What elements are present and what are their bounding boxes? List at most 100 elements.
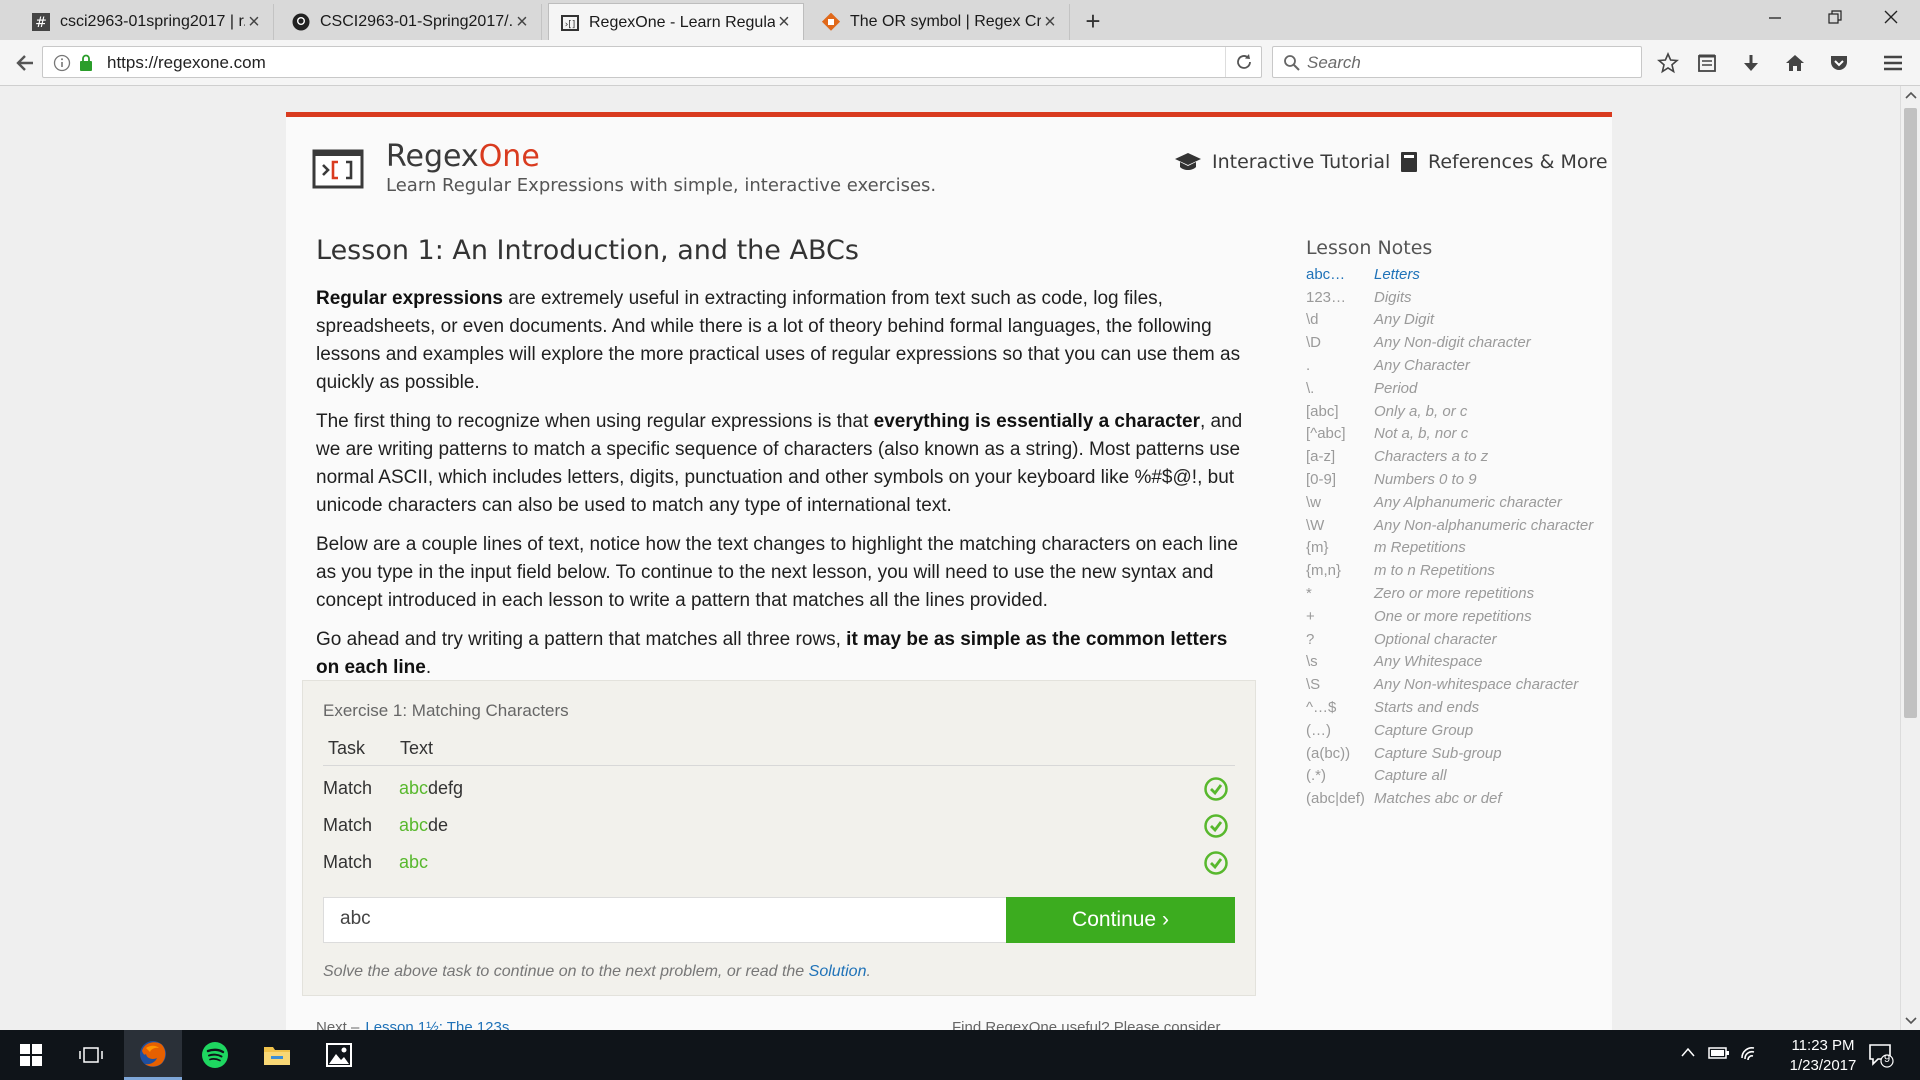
lesson-note-item[interactable]: {m} m Repetitions xyxy=(1306,537,1616,560)
scroll-down-icon[interactable] xyxy=(1905,1016,1917,1026)
close-tab-icon[interactable]: × xyxy=(513,11,531,33)
lesson-note-item[interactable]: [a-z] Characters a to z xyxy=(1306,445,1616,468)
lesson-note-item[interactable]: \D Any Non-digit character xyxy=(1306,331,1616,354)
lesson-note-item[interactable]: \W Any Non-alphanumeric character xyxy=(1306,514,1616,537)
reading-list-icon[interactable] xyxy=(1690,46,1724,80)
back-arrow-icon[interactable] xyxy=(8,46,42,80)
brand-name[interactable]: RegexOne xyxy=(386,139,540,174)
note-pattern: \. xyxy=(1306,379,1315,397)
close-tab-icon[interactable]: × xyxy=(245,11,263,33)
lesson-note-item[interactable]: (abc|def) Matches abc or def xyxy=(1306,787,1616,810)
lesson-note-item[interactable]: \s Any Whitespace xyxy=(1306,651,1616,674)
lesson-note-item[interactable]: {m,n} m to n Repetitions xyxy=(1306,559,1616,582)
lesson-note-item[interactable]: ? Optional character xyxy=(1306,628,1616,651)
close-tab-icon[interactable]: × xyxy=(775,11,793,33)
action-center-icon[interactable]: 9 xyxy=(1868,1042,1894,1068)
note-pattern: ? xyxy=(1306,630,1315,648)
note-description: Any Digit xyxy=(1374,311,1435,329)
new-tab-button[interactable]: + xyxy=(1076,4,1110,38)
lesson-note-item[interactable]: . Any Character xyxy=(1306,354,1616,377)
note-pattern: {m} xyxy=(1306,539,1329,557)
lesson-note-item[interactable]: \d Any Digit xyxy=(1306,309,1616,332)
note-description: m to n Repetitions xyxy=(1374,562,1495,580)
lesson-note-item[interactable]: * Zero or more repetitions xyxy=(1306,582,1616,605)
chevron-up-icon[interactable] xyxy=(1680,1046,1696,1058)
regexone-logo[interactable] xyxy=(312,149,364,189)
bold-text: everything is essentially a character xyxy=(873,411,1200,432)
nav-interactive-tutorial[interactable]: Interactive Tutorial xyxy=(1174,151,1390,173)
reload-icon[interactable] xyxy=(1235,53,1253,71)
row-text: abcdefg xyxy=(399,778,1203,799)
tab-regexcrossword[interactable]: The OR symbol | Regex Cr... × xyxy=(810,4,1070,40)
lesson-note-item[interactable]: ^…$ Starts and ends xyxy=(1306,696,1616,719)
note-description: Any Non-whitespace character xyxy=(1374,676,1579,694)
task-label: Match xyxy=(323,778,373,798)
spotify-icon[interactable] xyxy=(186,1030,244,1080)
note-description: Any Whitespace xyxy=(1374,653,1483,671)
note-pattern: \D xyxy=(1306,334,1321,352)
brand-one: One xyxy=(478,139,540,174)
nav-tutorial-label: Interactive Tutorial xyxy=(1212,151,1391,173)
scroll-thumb[interactable] xyxy=(1904,108,1917,718)
note-description: Characters a to z xyxy=(1374,448,1489,466)
next-lesson-link[interactable]: Lesson 1½: The 123s xyxy=(365,1019,509,1030)
note-description: Any Character xyxy=(1374,357,1470,375)
photos-icon[interactable] xyxy=(310,1030,368,1080)
lesson-note-item[interactable]: (…) Capture Group xyxy=(1306,719,1616,742)
download-icon[interactable] xyxy=(1734,46,1768,80)
lesson-note-item[interactable]: [^abc] Not a, b, nor c xyxy=(1306,423,1616,446)
file-explorer-icon[interactable] xyxy=(248,1030,306,1080)
note-text: Solve the above task to continue on to t… xyxy=(323,963,809,980)
task-view-icon[interactable] xyxy=(62,1030,120,1080)
page-scrollbar[interactable] xyxy=(1900,86,1920,1030)
tab-regexone[interactable]: ›[] RegexOne - Learn Regular... × xyxy=(548,3,804,41)
star-icon[interactable] xyxy=(1651,46,1685,80)
url-text[interactable]: https://regexone.com xyxy=(107,53,266,73)
close-window-icon[interactable] xyxy=(1868,0,1914,34)
menu-icon[interactable] xyxy=(1876,46,1910,80)
restore-icon[interactable] xyxy=(1812,0,1858,34)
lesson-note-item[interactable]: 123… Digits xyxy=(1306,286,1616,309)
home-icon[interactable] xyxy=(1778,46,1812,80)
address-bar[interactable]: https://regexone.com xyxy=(42,46,1262,78)
lesson-note-item[interactable]: [0-9] Numbers 0 to 9 xyxy=(1306,468,1616,491)
info-icon[interactable] xyxy=(53,54,71,72)
matched-text: abc xyxy=(399,778,429,798)
hash-icon: # xyxy=(32,13,50,31)
firefox-icon[interactable] xyxy=(124,1030,182,1080)
note-pattern: \S xyxy=(1306,676,1321,694)
lesson-note-item[interactable]: [abc] Only a, b, or c xyxy=(1306,400,1616,423)
lesson-note-item[interactable]: \w Any Alphanumeric character xyxy=(1306,491,1616,514)
tab-title: RegexOne - Learn Regular... xyxy=(589,13,775,31)
windows-start-icon[interactable] xyxy=(2,1030,60,1080)
minimize-icon[interactable] xyxy=(1752,0,1798,34)
wifi-icon[interactable] xyxy=(1740,1044,1762,1062)
regex-input[interactable]: abc xyxy=(323,897,1007,943)
lesson-notes-title: Lesson Notes xyxy=(1306,237,1433,259)
solution-link[interactable]: Solution xyxy=(809,963,867,980)
search-input[interactable]: Search xyxy=(1272,46,1642,78)
lesson-note-item[interactable]: (.*) Capture all xyxy=(1306,765,1616,788)
check-icon xyxy=(1204,850,1228,875)
tab-github[interactable]: CSCI2963-01-Spring2017/... × xyxy=(280,4,542,40)
lesson-note-item[interactable]: + One or more repetitions xyxy=(1306,605,1616,628)
tab-slack[interactable]: # csci2963-01spring2017 | r... × xyxy=(20,4,274,40)
exercise-title: Exercise 1: Matching Characters xyxy=(323,701,569,720)
close-tab-icon[interactable]: × xyxy=(1041,11,1059,33)
battery-icon[interactable] xyxy=(1708,1046,1730,1060)
lesson-note-item[interactable]: \. Period xyxy=(1306,377,1616,400)
exercise-note: Solve the above task to continue on to t… xyxy=(323,963,871,981)
continue-button[interactable]: Continue › xyxy=(1006,897,1235,943)
tab-title: csci2963-01spring2017 | r... xyxy=(60,13,245,30)
nav-references[interactable]: References & More xyxy=(1400,151,1608,173)
note-pattern: (.*) xyxy=(1306,767,1326,785)
lesson-note-item[interactable]: (a(bc)) Capture Sub-group xyxy=(1306,742,1616,765)
note-pattern: + xyxy=(1306,607,1315,625)
taskbar-clock[interactable]: 11:23 PM 1/23/2017 xyxy=(1768,1036,1878,1076)
pocket-icon[interactable] xyxy=(1822,46,1856,80)
lesson-note-item[interactable]: abc… Letters xyxy=(1306,263,1616,286)
github-icon xyxy=(292,13,310,31)
scroll-up-icon[interactable] xyxy=(1905,90,1917,100)
lesson-note-item[interactable]: \S Any Non-whitespace character xyxy=(1306,673,1616,696)
lock-icon[interactable] xyxy=(79,54,93,72)
